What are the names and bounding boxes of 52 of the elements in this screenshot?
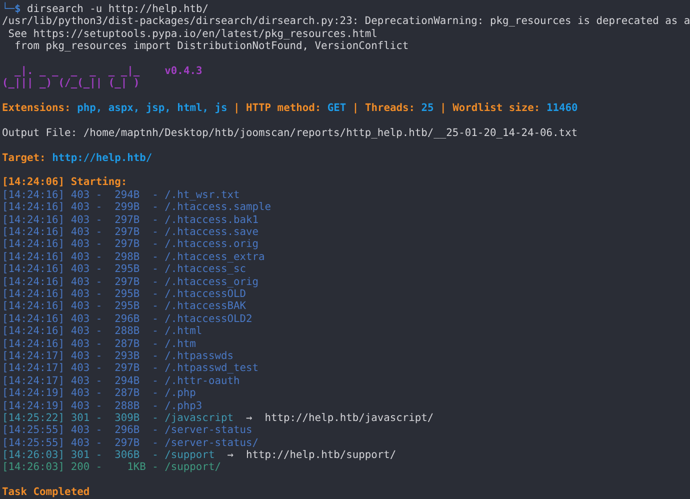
- result-line: [14:24:16] 403 - 297B - /.htaccess_orig: [2, 276, 258, 288]
- config-value: GET: [327, 102, 346, 114]
- result-line: [14:24:16] 403 - 295B - /.htaccessBAK: [2, 300, 246, 312]
- result-line: [14:24:16] 403 - 288B - /.html: [2, 325, 202, 338]
- redirect-url: http://help.htb/support/: [246, 449, 396, 462]
- result-line: [14:24:16] 403 - 297B - /.htaccess.save: [2, 226, 258, 238]
- target-label: Target:: [2, 152, 46, 164]
- redirect-url: http://help.htb/javascript/: [264, 412, 434, 424]
- warning-text: See https://setuptools.pypa.io/en/latest/pkg_resources.html: [7, 28, 378, 40]
- result-line: [14:24:16] 403 - 294B - /.ht_wsr.txt: [2, 188, 240, 201]
- output-file-text: Output File: /home/maptnh/Desktop/htb/joomscan/reports/http_help.htb/__25-01-20_14-24-06.txt: [2, 126, 578, 139]
- config-label: Threads:: [364, 102, 415, 114]
- result-line: [14:25:55] 403 - 297B - /server-status/: [2, 436, 258, 449]
- config-value: 11460: [546, 102, 578, 114]
- result-line: [14:24:17] 403 - 297B - /.htpasswd_test: [2, 362, 258, 374]
- result-line: [14:24:16] 403 - 296B - /.htaccessOLD2: [2, 312, 252, 325]
- result-line: [14:25:55] 403 - 296B - /server-status: [2, 424, 252, 436]
- result-line: [14:26:03] 301 - 306B - /support: [2, 449, 215, 462]
- separator-text: |: [440, 102, 446, 114]
- target-url: http://help.htb/: [52, 152, 152, 164]
- result-line: [14:25:22] 301 - 309B - /javascript: [2, 412, 234, 424]
- prompt-corner: └─: [2, 3, 15, 15]
- arrow-text: →: [227, 449, 234, 462]
- prompt-symbol: $: [14, 3, 21, 15]
- result-line: [14:24:17] 403 - 293B - /.htpasswds: [2, 350, 234, 362]
- result-line: [14:24:17] 403 - 294B - /.httr-oauth: [2, 374, 240, 387]
- result-line: [14:24:16] 403 - 297B - /.htaccess.bak1: [2, 214, 258, 226]
- warning-text: from pkg_resources import DistributionNotFound, VersionConflict: [14, 40, 409, 52]
- result-line: [14:24:16] 403 - 287B - /.htm: [2, 338, 196, 350]
- result-line: [14:24:16] 403 - 298B - /.htaccess_extra: [2, 250, 265, 263]
- command-text: dirsearch -u http://help.htb/: [27, 3, 208, 15]
- config-label: HTTP method:: [246, 102, 322, 114]
- config-label: Extensions:: [2, 102, 71, 114]
- result-line: [14:24:16] 403 - 297B - /.htaccess.orig: [2, 238, 258, 250]
- start-text: [14:24:06] Starting:: [2, 176, 128, 188]
- separator-text: |: [352, 102, 359, 114]
- completion-text: Task Completed: [2, 486, 90, 498]
- result-line: [14:24:19] 403 - 287B - /.php: [2, 387, 196, 400]
- banner-art: (_||| _) (/_(_|| (_| ): [2, 77, 140, 90]
- result-line: [14:24:16] 403 - 299B - /.htaccess.sample: [2, 201, 271, 214]
- config-label: Wordlist size:: [452, 102, 540, 114]
- result-line: [14:24:19] 403 - 288B - /.php3: [2, 400, 202, 412]
- result-line: [14:24:16] 403 - 295B - /.htaccess_sc: [2, 263, 246, 276]
- banner-art: _|. _ _ _ _ _ _|_: [14, 64, 140, 77]
- version-text: v0.4.3: [164, 64, 202, 77]
- config-value: php, aspx, jsp, html, js: [77, 102, 228, 114]
- warning-text: /usr/lib/python3/dist-packages/dirsearch/dirsearch.py:23: DeprecationWarning: pkg_resources is deprecated as a: [2, 15, 690, 28]
- arrow-text: →: [246, 412, 252, 424]
- result-line: [14:26:03] 200 - 1KB - /support/: [2, 461, 221, 474]
- config-value: 25: [421, 102, 434, 114]
- separator-text: |: [234, 102, 240, 114]
- result-line: [14:24:16] 403 - 295B - /.htaccessOLD: [2, 288, 246, 300]
